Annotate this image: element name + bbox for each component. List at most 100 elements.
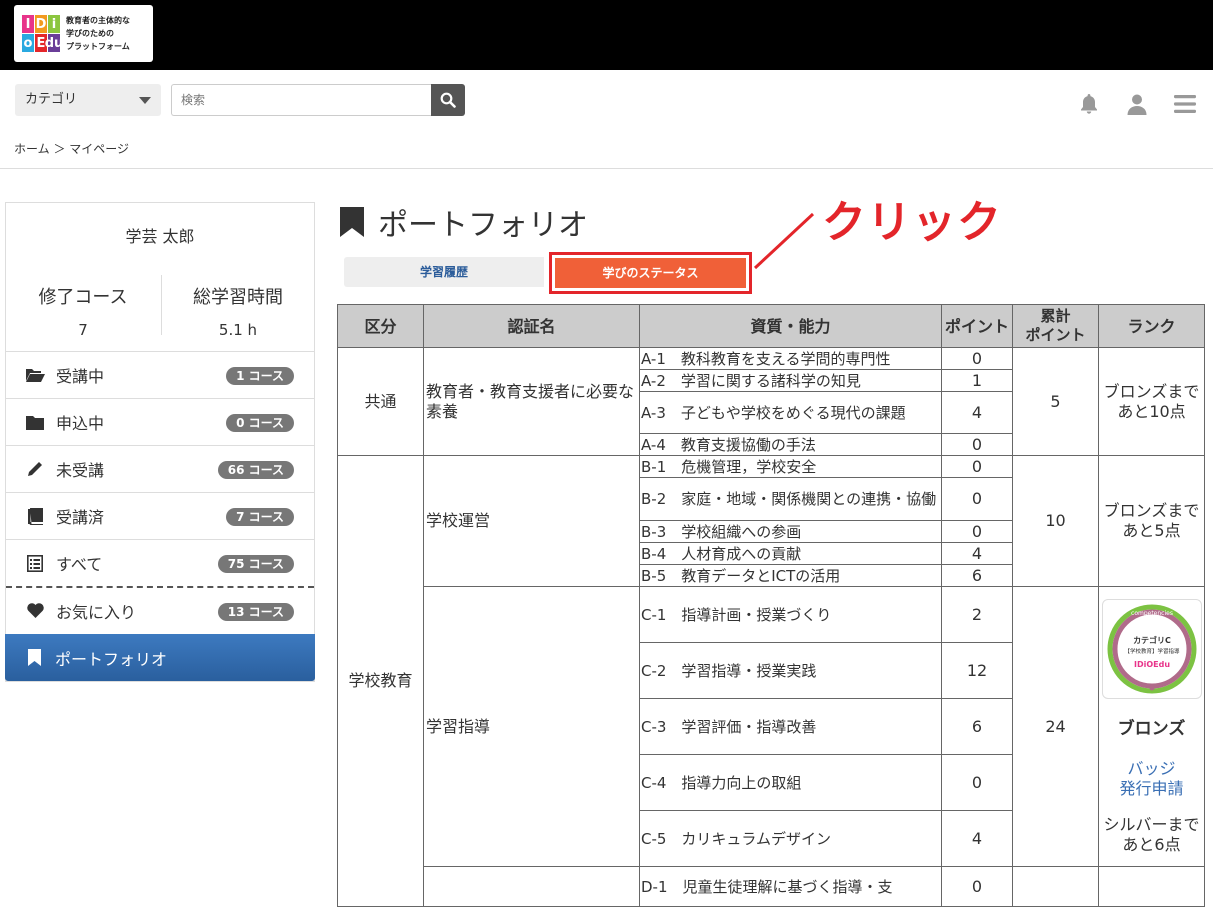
sidebar-item-label: 受講中 (56, 367, 105, 386)
logo-letter: i (48, 15, 60, 33)
point-cell: 4 (941, 391, 1013, 434)
divider (0, 168, 1213, 169)
sidebar-item-label: 受講済 (56, 508, 105, 527)
point-cell: 4 (941, 542, 1013, 565)
heart-icon (24, 602, 46, 620)
logo-letter: o (22, 34, 34, 52)
header-rank: ランク (1098, 304, 1205, 348)
point-cell: 2 (941, 586, 1013, 643)
medal-brand: IDiOEdu (1133, 660, 1169, 669)
click-annotation: クリック (822, 197, 1002, 248)
sidebar-item-in-progress[interactable]: 受講中 1 コース (6, 351, 314, 398)
search-input[interactable] (171, 84, 432, 116)
user-name: 学芸 太郎 (125, 227, 195, 246)
category-select[interactable]: カテゴリ (15, 84, 161, 116)
rank-remaining: シルバーまで あと6点 (1103, 814, 1200, 854)
ability-cell: D-1 児童生徒理解に基づく指導・支 (639, 866, 942, 907)
point-cell: 0 (941, 754, 1013, 811)
search-icon (440, 92, 456, 108)
tab-learning-history[interactable]: 学習履歴 (344, 257, 544, 287)
header-category: 区分 (337, 304, 424, 348)
folder-icon (24, 413, 46, 431)
tab-learning-status[interactable]: 学びのステータス (555, 258, 746, 288)
logo-text-line: 教育者の主体的な (66, 16, 130, 25)
rank-cell: ブロンズまで あと5点 (1098, 455, 1205, 587)
chevron-down-icon (139, 97, 151, 104)
medal-line1: カテゴリC (1133, 635, 1171, 645)
point-cell: 0 (941, 520, 1013, 543)
sidebar-item-label: 未受講 (56, 461, 105, 480)
ability-cell: A-1 教科教育を支える学問的専門性 (639, 347, 942, 370)
ability-cell: A-4 教育支援協働の手法 (639, 433, 942, 456)
count-badge: 7 コース (226, 508, 294, 526)
ability-cell: A-2 学習に関する諸科学の知見 (639, 369, 942, 392)
top-bar: I D i o E du 教育者の主体的な 学びのための プラットフォーム (0, 0, 1213, 70)
rank-cell: competencies カテゴリC 【学校教育】学習指導 IDiOEdu ブロ… (1098, 586, 1205, 867)
ability-cell: B-5 教育データとICTの活用 (639, 564, 942, 587)
point-cell: 0 (941, 866, 1013, 907)
point-cell: 1 (941, 369, 1013, 392)
table-row: D-1 児童生徒理解に基づく指導・支 0 (338, 866, 1205, 907)
logo-text-line: プラットフォーム (66, 42, 130, 51)
sidebar-item-portfolio[interactable]: ポートフォリオ (5, 634, 315, 681)
ability-cell: C-5 カリキュラムデザイン (639, 810, 942, 867)
ability-cell: A-3 子どもや学校をめぐる現代の課題 (639, 391, 942, 434)
header-cert-name: 認証名 (423, 304, 640, 348)
logo-letter: D (35, 15, 47, 33)
sidebar-item-label: すべて (56, 555, 103, 574)
tab-learning-status-highlight: 学びのステータス (549, 252, 752, 294)
bookmark-icon (23, 649, 45, 667)
sidebar-item-all[interactable]: すべて 75 コース (6, 539, 314, 586)
breadcrumb[interactable]: ホーム ＞ マイページ (14, 140, 129, 157)
table-row: 学校教育 学校運営 B-1 危機管理，学校安全 0 10 ブロンズまで あと5点 (337, 455, 1205, 907)
bookmark-icon (340, 207, 364, 237)
search-button[interactable] (431, 84, 465, 116)
table-row: 共通 教育者・教育支援者に必要な素養 A-1 教科教育を支える学問的専門性 0 … (337, 347, 1205, 456)
bell-icon[interactable] (1077, 92, 1101, 116)
medal-top-text: competencies (1131, 610, 1173, 617)
ability-cell: C-2 学習指導・授業実践 (639, 642, 942, 699)
folder-open-icon (24, 366, 46, 384)
cert-name-cell (423, 866, 640, 907)
total-point-cell: 24 (1012, 586, 1099, 867)
point-cell: 0 (941, 433, 1013, 456)
cert-name-cell: 学校運営 (423, 455, 640, 587)
count-badge: 1 コース (226, 367, 294, 385)
point-cell: 4 (941, 810, 1013, 867)
count-badge: 13 コース (217, 603, 294, 621)
total-point-cell (1012, 866, 1099, 907)
point-cell: 0 (941, 477, 1013, 521)
point-cell: 6 (941, 698, 1013, 755)
bronze-medal-icon: competencies カテゴリC 【学校教育】学習指導 IDiOEdu (1107, 604, 1196, 693)
total-point-cell: 5 (1012, 347, 1099, 456)
page-title: ポートフォリオ (340, 200, 588, 244)
rank-name: ブロンズ (1117, 718, 1186, 739)
sidebar-item-not-taken[interactable]: 未受講 66 コース (6, 445, 314, 492)
sidebar-item-label: お気に入り (56, 602, 137, 622)
book-icon (24, 507, 46, 525)
header-point: ポイント (941, 304, 1013, 348)
user-icon[interactable] (1125, 92, 1149, 116)
sidebar-item-completed[interactable]: 受講済 7 コース (6, 492, 314, 539)
ability-cell: B-4 人材育成への貢献 (639, 542, 942, 565)
study-hours-stat: 総学習時間 5.1 h (161, 283, 315, 339)
sidebar-item-applied[interactable]: 申込中 0 コース (6, 398, 314, 445)
cert-name-cell: 教育者・教育支援者に必要な素養 (423, 347, 640, 456)
sidebar-item-favorites[interactable]: お気に入り 13 コース (6, 586, 314, 633)
logo[interactable]: I D i o E du 教育者の主体的な 学びのための プラットフォーム (14, 5, 153, 62)
ability-cell: C-4 指導力向上の取組 (639, 754, 942, 811)
table-header-row: 区分 認証名 資質・能力 ポイント 累計 ポイント ランク (337, 304, 1205, 348)
completed-courses-stat: 修了コース 7 (6, 283, 160, 339)
point-cell: 0 (941, 455, 1013, 478)
menu-icon[interactable] (1173, 92, 1197, 116)
header-total-point: 累計 ポイント (1012, 304, 1099, 348)
sidebar: 学芸 太郎 修了コース 7 総学習時間 5.1 h 受講中 1 コース 申込中 … (5, 202, 315, 682)
logo-text: 教育者の主体的な 学びのための プラットフォーム (66, 14, 130, 53)
badge-issue-link[interactable]: バッジ 発行申請 (1099, 759, 1204, 799)
completed-value: 7 (78, 321, 88, 339)
logo-letter: I (22, 15, 34, 33)
sidebar-item-label: ポートフォリオ (55, 649, 168, 669)
completed-label: 修了コース (38, 287, 128, 308)
pencil-icon (24, 460, 46, 478)
page-title-text: ポートフォリオ (378, 208, 588, 243)
